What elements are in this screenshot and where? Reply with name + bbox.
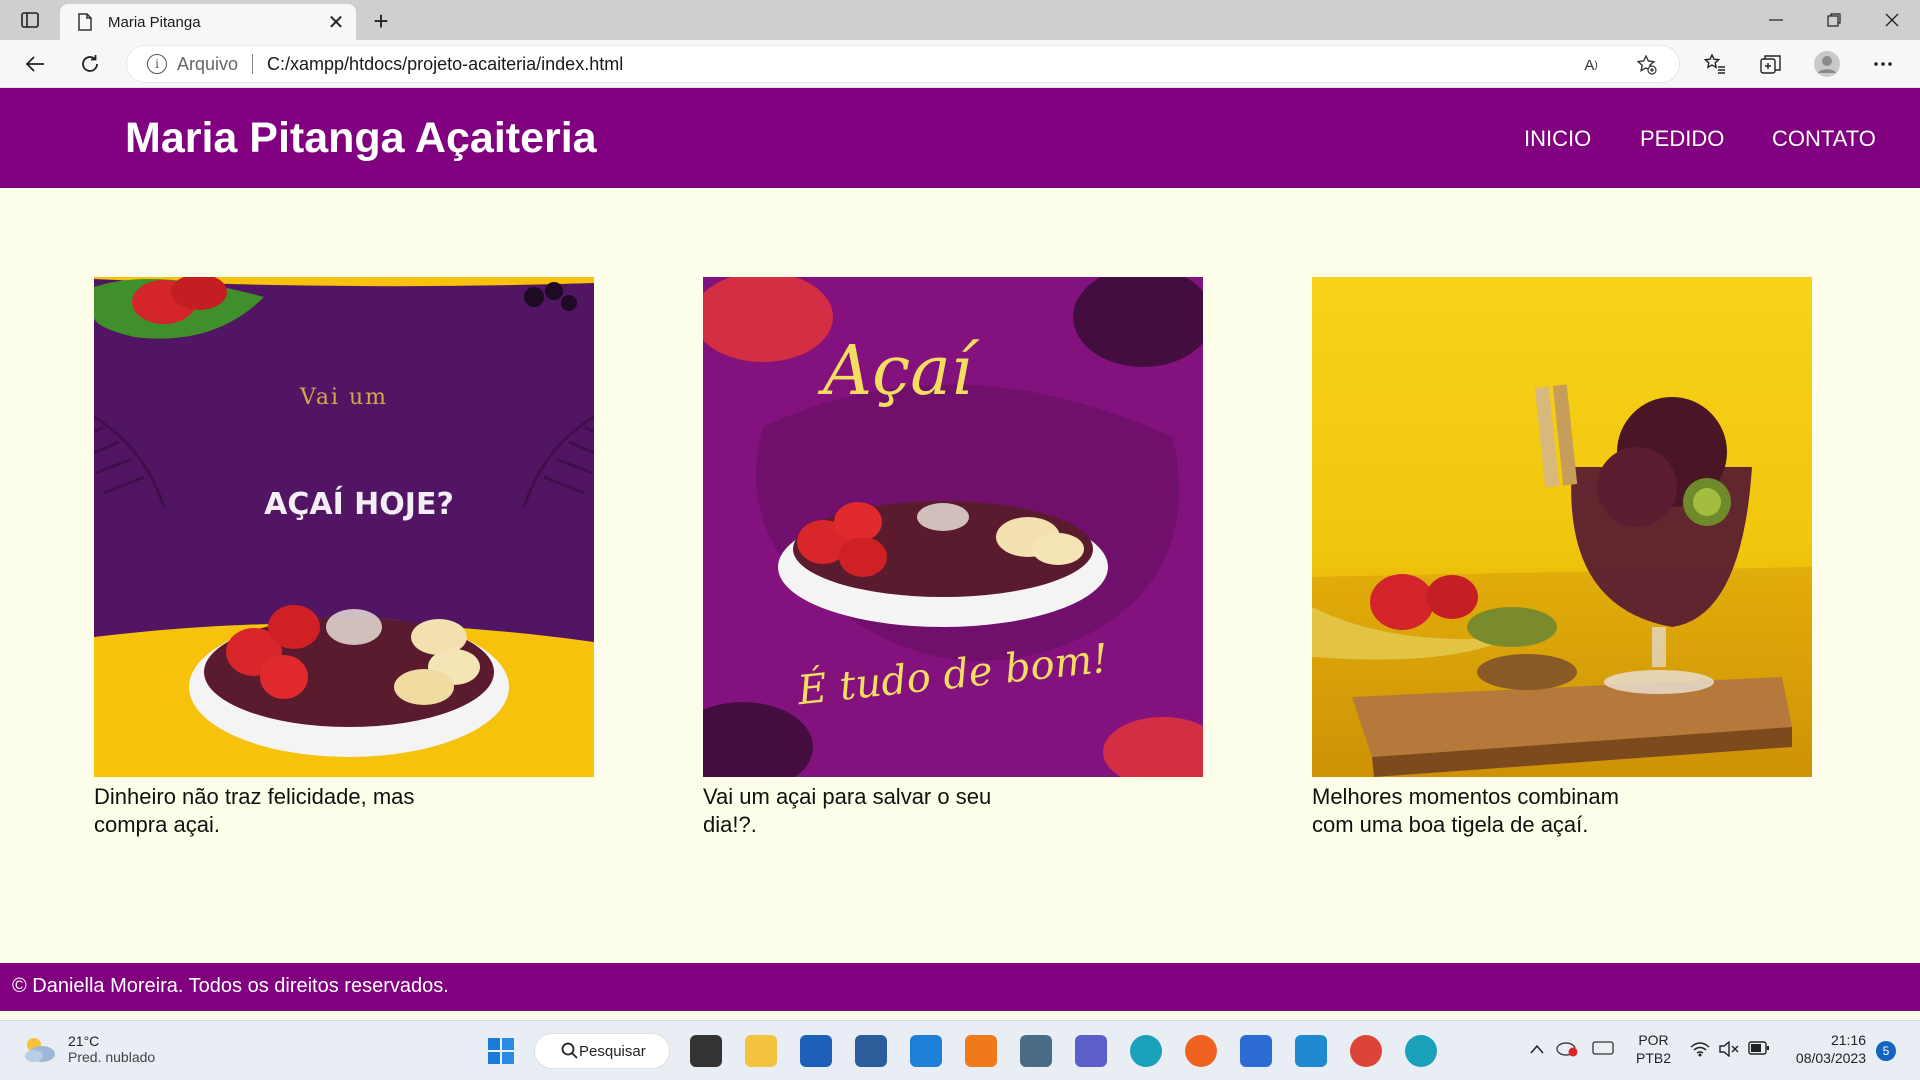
tab-close-icon[interactable]: ✕ [322, 8, 350, 36]
card-caption: Vai um açai para salvar o seu dia!?. [703, 783, 1083, 839]
clock[interactable]: 21:16 08/03/2023 [1788, 1031, 1866, 1067]
promo-image-main-text: AÇAÍ HOJE? [264, 487, 454, 522]
nav-link-contato[interactable]: CONTATO [1772, 126, 1876, 152]
search-icon [561, 1042, 579, 1064]
card-caption: Dinheiro não traz felicidade, mas compra… [94, 783, 474, 839]
clock-date: 08/03/2023 [1795, 1050, 1866, 1066]
mysql-workbench-icon[interactable] [855, 1035, 887, 1067]
keyboard-icon[interactable] [1592, 1041, 1614, 1058]
keyboard-app-icon[interactable] [1020, 1035, 1052, 1067]
add-favorite-icon[interactable] [1627, 46, 1667, 84]
card-caption-line-2: com uma boa tigela de açaí. [1312, 812, 1589, 837]
card-caption-line-2: dia!?. [703, 812, 757, 837]
edge-active-icon[interactable] [1405, 1035, 1437, 1067]
card-caption-line-1: Vai um açai para salvar o seu [703, 784, 992, 809]
site-footer: © Daniella Moreira. Todos os direitos re… [0, 963, 1920, 1011]
wifi-icon[interactable] [1690, 1041, 1710, 1060]
info-icon[interactable]: i [147, 54, 167, 74]
product-card: Vai um AÇAÍ HOJE? Dinheiro não traz feli… [94, 277, 594, 839]
clock-time: 21:16 [1830, 1032, 1866, 1048]
tab-title: Maria Pitanga [108, 13, 201, 31]
back-button[interactable] [18, 48, 52, 80]
edge-icon[interactable] [1130, 1035, 1162, 1067]
weather-temperature: 21°C [68, 1033, 100, 1049]
site-header: Maria Pitanga Açaiteria INICIO PEDIDO CO… [0, 88, 1920, 188]
address-protocol-label: Arquivo [177, 53, 239, 74]
restore-button[interactable] [1806, 0, 1862, 40]
promo-image-title-script: Açaí [823, 332, 973, 411]
card-caption: Melhores momentos combinam com uma boa t… [1312, 783, 1692, 839]
notification-badge[interactable]: 5 [1876, 1041, 1896, 1061]
product-card: Açaí É tudo de bom! Vai um açai para sal… [703, 277, 1203, 839]
weather-widget[interactable]: 21°C Pred. nublado [22, 1033, 155, 1065]
product-card: Melhores momentos combinam com uma boa t… [1312, 277, 1812, 839]
language-indicator[interactable]: POR PTB2 [1636, 1031, 1671, 1067]
browser-toolbar: i Arquivo C:/xampp/htdocs/projeto-acaite… [0, 40, 1920, 88]
new-tab-button[interactable]: + [366, 6, 396, 36]
xampp-icon[interactable] [965, 1035, 997, 1067]
battery-icon[interactable] [1748, 1041, 1770, 1058]
nav-link-inicio[interactable]: INICIO [1524, 126, 1591, 152]
collections-icon[interactable] [1754, 48, 1788, 80]
search-label: Pesquisar [579, 1042, 646, 1060]
promo-image-acai-tudo-de-bom: Açaí É tudo de bom! [703, 277, 1203, 777]
favorites-icon[interactable] [1698, 48, 1732, 80]
document-icon [74, 11, 96, 33]
close-window-button[interactable] [1864, 0, 1920, 40]
site-title: Maria Pitanga Açaiteria [125, 114, 597, 162]
promo-image-acai-hoje: Vai um AÇAÍ HOJE? [94, 277, 594, 777]
teams-icon[interactable] [1075, 1035, 1107, 1067]
show-hidden-icons[interactable] [1530, 1041, 1544, 1057]
firefox-icon[interactable] [1185, 1035, 1217, 1067]
file-explorer-icon[interactable] [745, 1035, 777, 1067]
tab-actions-icon[interactable] [14, 8, 46, 32]
keyboard-layout: PTB2 [1636, 1050, 1672, 1066]
acai-glass-photo [1312, 277, 1812, 777]
address-url[interactable]: C:/xampp/htdocs/projeto-acaiteria/index.… [267, 54, 623, 75]
notepad-icon[interactable] [1240, 1035, 1272, 1067]
profile-avatar[interactable] [1810, 48, 1844, 80]
nav-link-pedido[interactable]: PEDIDO [1640, 126, 1724, 152]
onedrive-error-icon[interactable] [1556, 1039, 1578, 1060]
more-options-icon[interactable] [1866, 48, 1900, 80]
task-view-icon[interactable] [690, 1035, 722, 1067]
weather-description: Pred. nublado [68, 1049, 156, 1065]
read-aloud-icon[interactable]: A) [1571, 46, 1611, 84]
refresh-button[interactable] [73, 48, 107, 80]
chrome-icon[interactable] [1350, 1035, 1382, 1067]
minimize-button[interactable] [1748, 0, 1804, 40]
os-taskbar: 21°C Pred. nublado Pesquisar POR PTB2 21… [0, 1020, 1920, 1080]
vscode-icon[interactable] [1295, 1035, 1327, 1067]
mail-icon[interactable] [910, 1035, 942, 1067]
address-separator [252, 54, 254, 74]
volume-muted-icon[interactable] [1718, 1040, 1740, 1060]
browser-tab[interactable]: Maria Pitanga ✕ [60, 4, 356, 40]
taskbar-search[interactable]: Pesquisar [534, 1033, 670, 1069]
card-caption-line-1: Melhores momentos combinam [1312, 784, 1619, 809]
microsoft-store-icon[interactable] [800, 1035, 832, 1067]
footer-copyright: © Daniella Moreira. Todos os direitos re… [12, 975, 449, 997]
card-caption-line-2: compra açai. [94, 812, 220, 837]
address-bar[interactable]: i Arquivo C:/xampp/htdocs/projeto-acaite… [126, 45, 1680, 83]
promo-image-top-text: Vai um [299, 385, 389, 410]
language-code: POR [1638, 1032, 1669, 1048]
cloudy-weather-icon [22, 1035, 56, 1063]
card-caption-line-1: Dinheiro não traz felicidade, mas [94, 784, 415, 809]
windows-start-icon[interactable] [485, 1035, 517, 1067]
browser-tab-bar: Maria Pitanga ✕ + [0, 0, 1920, 40]
